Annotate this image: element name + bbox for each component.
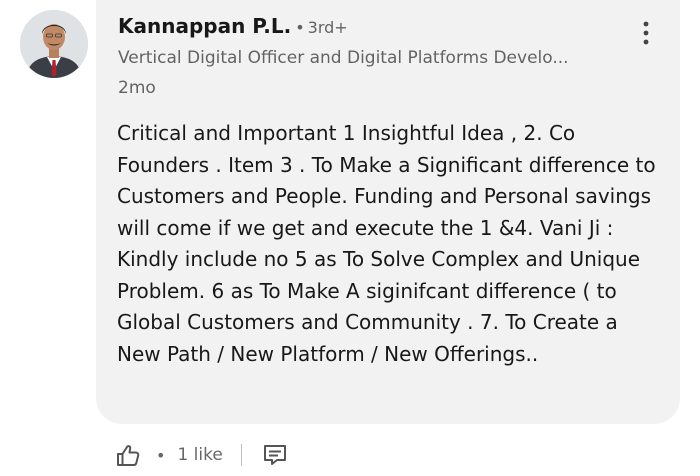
thumbs-up-icon bbox=[117, 445, 140, 466]
like-count[interactable]: 1 like bbox=[177, 445, 222, 465]
like-button[interactable] bbox=[114, 441, 142, 469]
connection-degree: 3rd+ bbox=[307, 18, 348, 37]
avatar-photo bbox=[20, 10, 88, 78]
reply-button[interactable] bbox=[262, 442, 288, 468]
comment-actions: • 1 like bbox=[114, 440, 288, 470]
avatar[interactable] bbox=[20, 10, 88, 78]
degree-separator: • bbox=[295, 18, 305, 37]
comment-icon bbox=[263, 445, 286, 465]
more-vertical-icon bbox=[643, 21, 649, 45]
author-name[interactable]: Kannappan P.L. bbox=[118, 14, 291, 38]
action-separator: • bbox=[156, 445, 166, 465]
more-options-button[interactable] bbox=[634, 18, 658, 48]
comment-timestamp: 2mo bbox=[118, 78, 156, 98]
comment-text: Critical and Important 1 Insightful Idea… bbox=[117, 121, 656, 366]
author-line: Kannappan P.L. • 3rd+ bbox=[118, 14, 348, 38]
actions-divider bbox=[240, 444, 242, 466]
author-headline: Vertical Digital Officer and Digital Pla… bbox=[118, 48, 569, 68]
